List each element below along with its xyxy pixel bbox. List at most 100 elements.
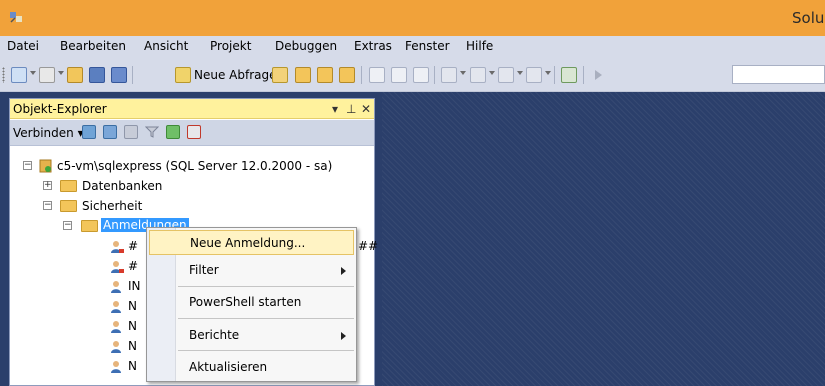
menu-file[interactable]: Datei [7, 39, 39, 53]
expand-icon[interactable]: + [43, 181, 52, 190]
explorer-toolbar: Verbinden ▾ [10, 120, 374, 146]
toolbar-separator [361, 66, 362, 84]
paste-icon[interactable] [413, 67, 429, 83]
tree-node-databases[interactable]: + Datenbanken [10, 177, 374, 197]
login-icon [111, 361, 121, 373]
close-icon[interactable]: ✕ [361, 102, 371, 116]
login-label: N [128, 359, 137, 373]
menu-item-label: PowerShell starten [189, 295, 302, 309]
tree-node-security[interactable]: − Sicherheit [10, 197, 374, 217]
menu-item-label: Aktualisieren [189, 360, 268, 374]
menu-separator [178, 318, 354, 319]
add-item-icon[interactable] [39, 67, 55, 83]
menu-item-reports[interactable]: Berichte [149, 323, 354, 348]
menu-item-refresh[interactable]: Aktualisieren [149, 355, 354, 380]
stop-icon[interactable] [124, 125, 138, 139]
submenu-arrow-icon [341, 267, 346, 275]
login-label-suffix: ## [358, 239, 379, 253]
activity-monitor-icon[interactable] [561, 67, 577, 83]
menu-item-new-login[interactable]: Neue Anmeldung... [149, 230, 354, 255]
chevron-down-icon[interactable] [545, 71, 551, 75]
connect-explorer-icon[interactable] [82, 125, 96, 139]
save-icon[interactable] [89, 67, 105, 83]
menu-project[interactable]: Projekt [210, 39, 251, 53]
disconnect-icon[interactable] [103, 125, 117, 139]
start-icon[interactable] [590, 67, 606, 83]
chevron-down-icon[interactable] [489, 71, 495, 75]
folder-icon [60, 180, 77, 192]
menu-view[interactable]: Ansicht [144, 39, 188, 53]
chevron-down-icon[interactable] [30, 71, 36, 75]
tree-node-server[interactable]: − c5-vm\sqlexpress (SQL Server 12.0.2000… [10, 157, 374, 177]
navigate-backward-icon[interactable] [498, 67, 514, 83]
solution-config-combo[interactable] [732, 65, 825, 84]
menu-extras[interactable]: Extras [354, 39, 392, 53]
pin-icon[interactable]: ⊥ [346, 102, 356, 116]
chevron-down-icon[interactable] [460, 71, 466, 75]
login-label: # [128, 239, 139, 253]
cut-icon[interactable] [369, 67, 385, 83]
login-label: IN [128, 279, 141, 293]
database-query-icon[interactable] [272, 67, 288, 83]
menu-item-label: Filter [189, 263, 219, 277]
new-query-icon[interactable] [175, 67, 191, 83]
toolbar-separator [132, 66, 133, 84]
login-label: # [128, 259, 139, 273]
window-position-icon[interactable]: ▾ [332, 102, 338, 116]
title-bar: Solu [0, 0, 825, 36]
menu-bar: Datei Bearbeiten Ansicht Projekt Debugge… [0, 36, 825, 58]
toolbar-separator [554, 66, 555, 84]
collapse-icon[interactable]: − [23, 161, 32, 170]
login-icon [111, 321, 121, 333]
server-icon [39, 159, 52, 173]
context-menu: Neue Anmeldung... Filter PowerShell star… [146, 227, 357, 382]
login-label: N [128, 339, 137, 353]
navigate-forward-icon[interactable] [526, 67, 542, 83]
databases-label: Datenbanken [82, 179, 163, 193]
save-all-icon[interactable] [111, 67, 127, 83]
login-icon [111, 281, 121, 293]
login-label: N [128, 319, 137, 333]
menu-debug[interactable]: Debuggen [275, 39, 337, 53]
login-label: N [128, 299, 137, 313]
toolbar-grip[interactable] [2, 67, 5, 83]
menu-edit[interactable]: Bearbeiten [60, 39, 126, 53]
menu-separator [178, 350, 354, 351]
toolbar-separator [583, 66, 584, 84]
filter-icon[interactable] [145, 125, 159, 139]
login-icon [111, 261, 124, 273]
app-icon [10, 12, 22, 23]
mdx-query-icon[interactable] [295, 67, 311, 83]
open-file-icon[interactable] [67, 67, 83, 83]
menu-window[interactable]: Fenster [405, 39, 450, 53]
panel-title: Objekt-Explorer [13, 102, 107, 116]
standard-toolbar: Neue Abfrage [0, 58, 825, 92]
login-icon [111, 301, 121, 313]
menu-item-powershell[interactable]: PowerShell starten [149, 290, 354, 315]
chevron-down-icon[interactable] [517, 71, 523, 75]
menu-help[interactable]: Hilfe [466, 39, 493, 53]
refresh-icon[interactable] [166, 125, 180, 139]
menu-item-filter[interactable]: Filter [149, 258, 354, 283]
new-project-icon[interactable] [11, 67, 27, 83]
document-workspace [382, 92, 825, 386]
connect-button[interactable]: Verbinden ▾ [13, 126, 84, 140]
activity-monitor-icon[interactable] [187, 125, 201, 139]
redo-icon[interactable] [470, 67, 486, 83]
menu-separator [178, 286, 354, 287]
toolbar-separator [434, 66, 435, 84]
dmx-query-icon[interactable] [317, 67, 333, 83]
menu-item-label: Neue Anmeldung... [190, 236, 306, 250]
server-label: c5-vm\sqlexpress (SQL Server 12.0.2000 -… [57, 159, 333, 173]
copy-icon[interactable] [391, 67, 407, 83]
folder-icon [81, 220, 98, 232]
new-query-button[interactable]: Neue Abfrage [194, 68, 277, 82]
undo-icon[interactable] [441, 67, 457, 83]
collapse-icon[interactable]: − [63, 221, 72, 230]
panel-header: Objekt-Explorer ▾ ⊥ ✕ [10, 99, 374, 119]
login-icon [111, 341, 121, 353]
chevron-down-icon[interactable] [58, 71, 64, 75]
xmla-query-icon[interactable] [339, 67, 355, 83]
folder-icon [60, 200, 77, 212]
collapse-icon[interactable]: − [43, 201, 52, 210]
